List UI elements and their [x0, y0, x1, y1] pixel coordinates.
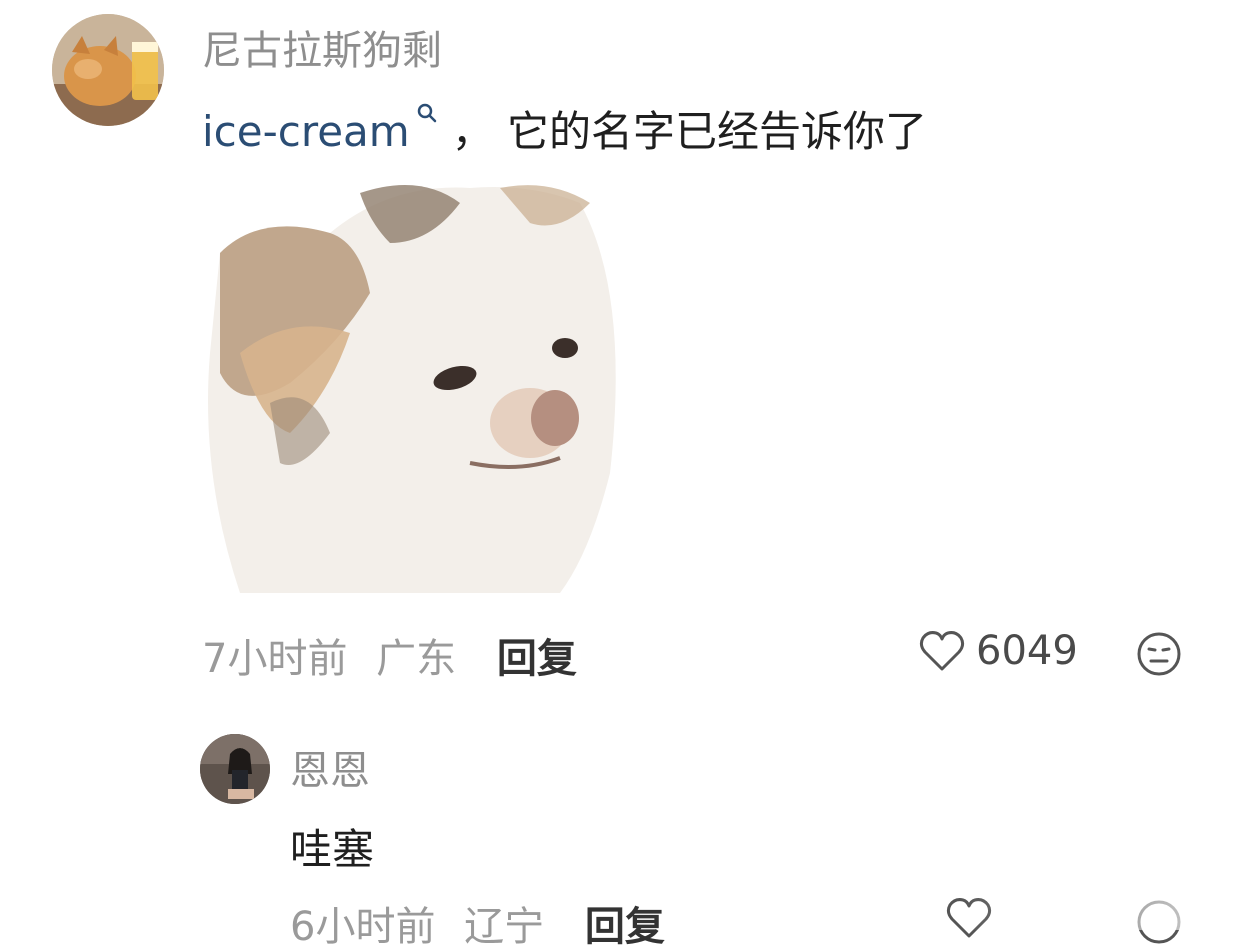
comment-location: 辽宁: [464, 904, 545, 950]
comment-text: 哇塞: [290, 825, 375, 874]
comment-text: ice-cream ， 它的名字已经告诉你了: [202, 98, 927, 159]
username[interactable]: 恩恩: [290, 738, 370, 796]
comment-time: 6小时前: [290, 904, 436, 950]
meme-image[interactable]: [200, 173, 620, 593]
username[interactable]: 尼古拉斯狗剩: [202, 18, 442, 76]
like-count: 6049: [976, 628, 1078, 674]
keyword-link[interactable]: ice-cream: [202, 107, 410, 156]
emoji-icon[interactable]: [1135, 630, 1183, 678]
reply-button[interactable]: 回复: [497, 636, 577, 682]
comment-meta: 6小时前 辽宁 回复: [290, 894, 665, 952]
comment-time: 7小时前: [202, 636, 348, 682]
heart-icon: [919, 631, 965, 671]
user-avatar[interactable]: [200, 734, 270, 804]
comment-text-rest: ， 它的名字已经告诉你了: [451, 107, 928, 156]
comment-meta: 7小时前 广东 回复: [202, 626, 577, 684]
watermark-overlay: [960, 870, 1260, 930]
reply-button[interactable]: 回复: [585, 904, 665, 950]
user-avatar[interactable]: [52, 14, 164, 126]
comment-location: 广东: [376, 636, 457, 682]
search-icon[interactable]: [416, 85, 438, 123]
like-button[interactable]: 6049: [918, 628, 1078, 674]
